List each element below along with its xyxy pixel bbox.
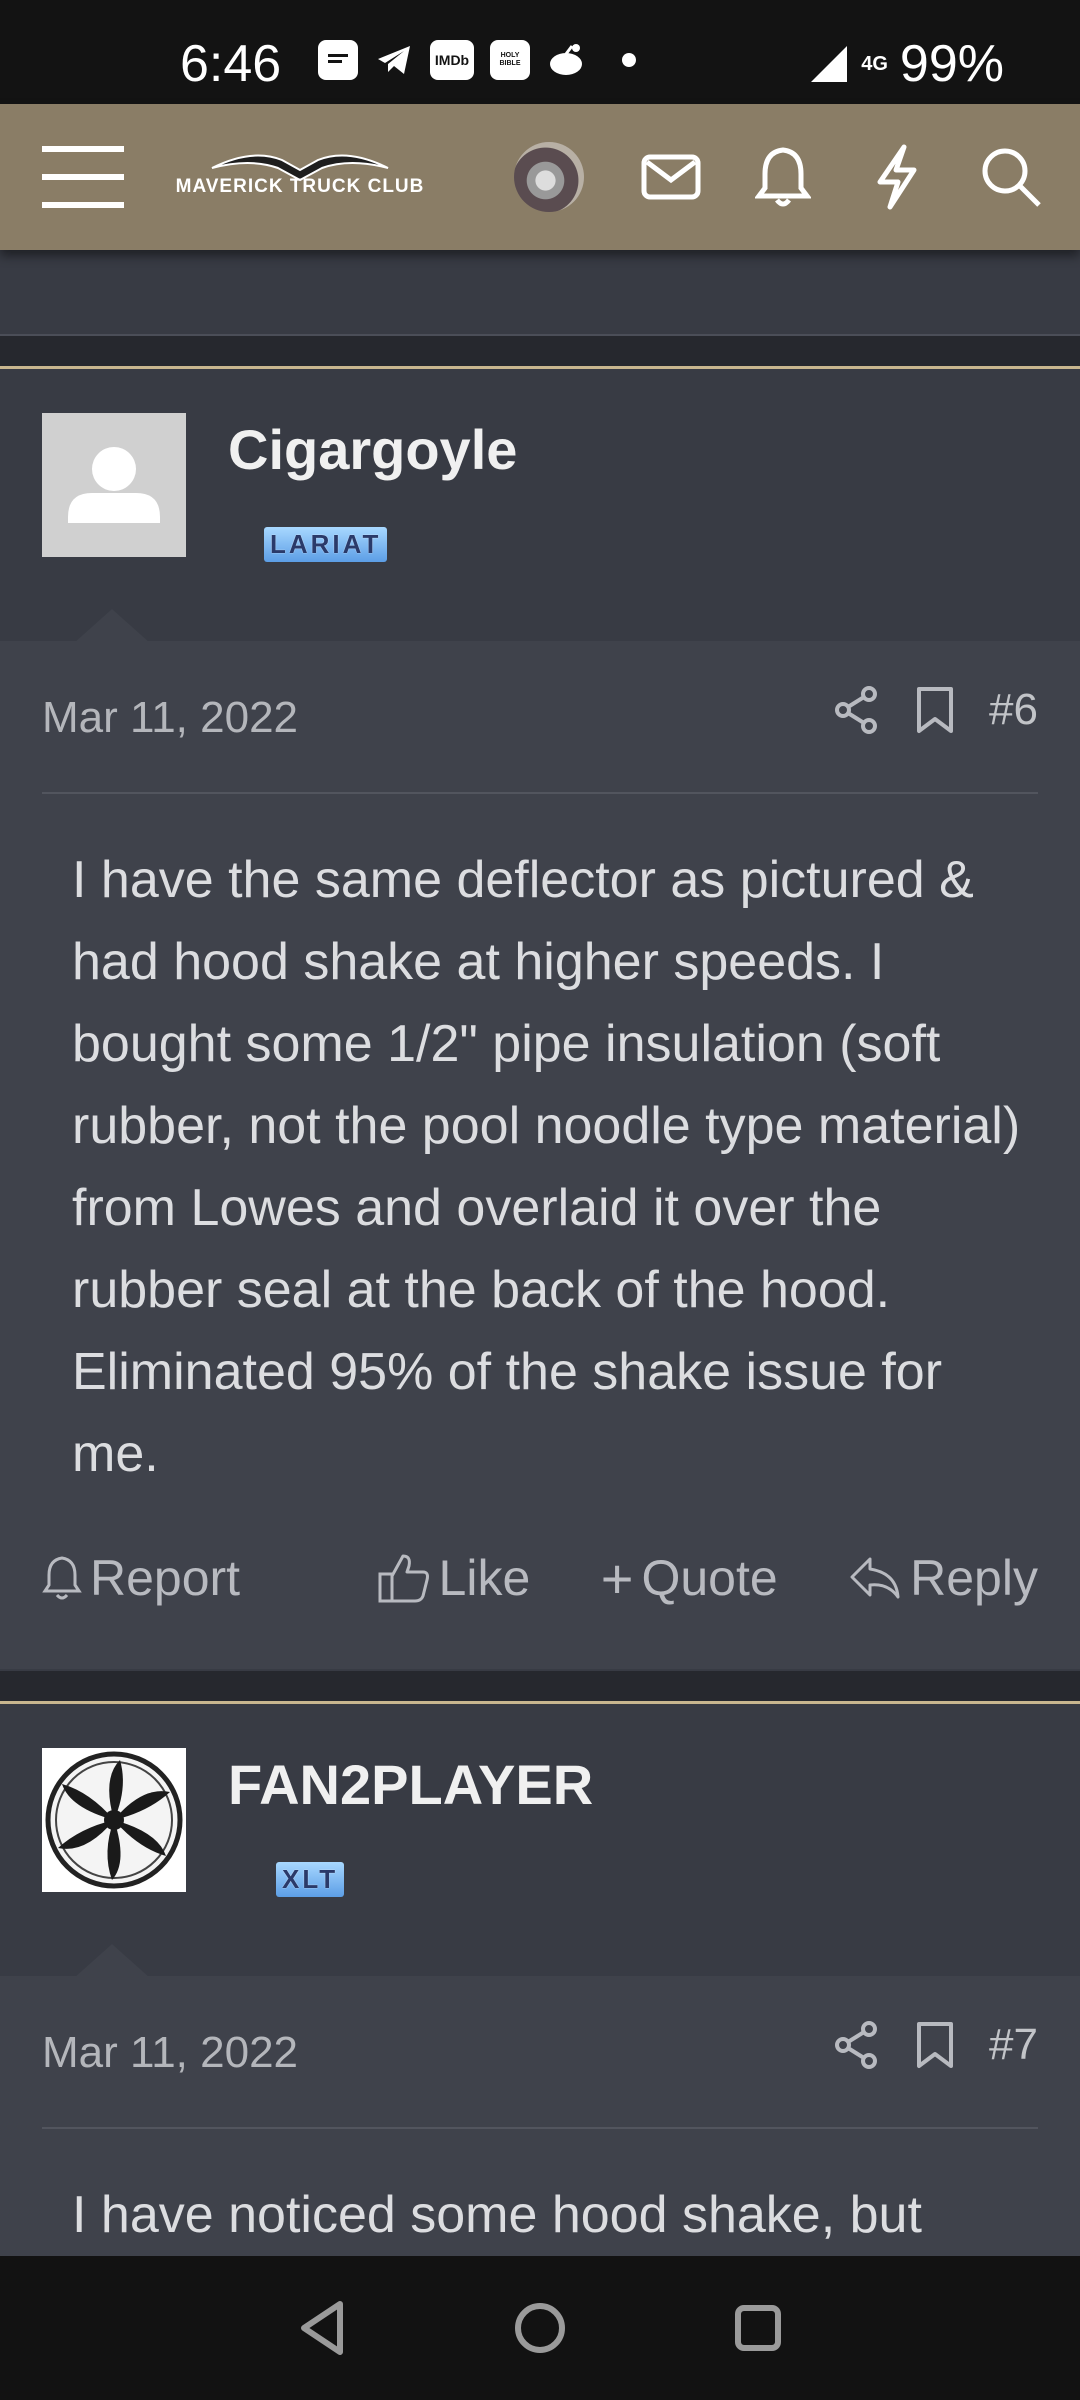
plus-icon: + <box>600 1546 634 1610</box>
like-label: Like <box>438 1550 531 1606</box>
share-icon[interactable] <box>833 2020 881 2070</box>
mail-icon <box>641 154 701 200</box>
search-button[interactable] <box>976 142 1046 212</box>
report-button[interactable]: Report <box>42 1549 240 1607</box>
speech-notch <box>74 1944 150 1978</box>
post-message: I have the same deflector as pictured & … <box>72 851 1021 1483</box>
inbox-button[interactable] <box>636 142 706 212</box>
post-number[interactable]: #7 <box>989 2020 1038 2070</box>
previous-post-footer <box>0 250 1080 336</box>
reply-label: Reply <box>910 1550 1038 1606</box>
home-icon[interactable] <box>508 2296 572 2360</box>
menu-icon <box>42 146 124 208</box>
menu-button[interactable] <box>42 142 124 212</box>
avatar[interactable] <box>42 413 186 557</box>
default-user-icon <box>68 447 160 523</box>
post-date[interactable]: Mar 11, 2022 <box>42 693 298 743</box>
post-header: FAN2PLAYER XLT <box>0 1704 1080 1978</box>
search-icon <box>982 148 1041 207</box>
post-divider <box>42 2127 1038 2129</box>
network-type: 4G <box>861 52 888 75</box>
like-button[interactable]: Like <box>377 1549 531 1607</box>
battery-percent: 99% <box>899 35 1004 93</box>
bible-icon: HOLY BIBLE <box>490 40 530 80</box>
post-date[interactable]: Mar 11, 2022 <box>42 2028 298 2078</box>
post-body: Mar 11, 2022 #6 I have the same deflecto… <box>0 641 1080 1669</box>
quote-label: Quote <box>641 1550 778 1606</box>
recents-icon[interactable] <box>726 2296 790 2360</box>
user-rank-badge: LARIAT <box>264 527 388 562</box>
reply-button[interactable]: Reply <box>848 1549 1038 1607</box>
post-actions: Report Like + Quote Reply <box>42 1543 1038 1613</box>
post-header: Cigargoyle LARIAT <box>0 369 1080 643</box>
share-icon[interactable] <box>833 685 881 735</box>
post-separator <box>0 336 1080 368</box>
report-label: Report <box>90 1550 241 1606</box>
bookmark-icon[interactable] <box>915 2020 955 2070</box>
post-tools: #7 <box>833 2020 1038 2070</box>
bell-icon <box>42 1556 82 1600</box>
status-bar: 6:46 IMDb HOLY BIBLE 4G 99% <box>0 0 1080 104</box>
post-divider <box>42 792 1038 794</box>
user-avatar[interactable] <box>514 142 584 212</box>
system-navigation-bar <box>0 2256 1080 2400</box>
message-icon <box>318 40 358 80</box>
fan-avatar-icon <box>45 1751 183 1889</box>
site-logo[interactable]: MAVERICK TRUCK CLUB <box>172 146 428 212</box>
post-tools: #6 <box>833 685 1038 735</box>
post-message: I have noticed some hood shake, but <box>72 2186 922 2244</box>
telegram-icon <box>374 40 414 80</box>
system-indicators: 4G 99% <box>809 34 1004 94</box>
alerts-button[interactable] <box>748 142 818 212</box>
post-username[interactable]: Cigargoyle <box>228 417 517 483</box>
post-username[interactable]: FAN2PLAYER <box>228 1752 593 1818</box>
lightning-icon <box>877 144 917 210</box>
reply-arrow-icon <box>850 1557 900 1599</box>
reddit-icon <box>546 40 586 80</box>
logo-text: MAVERICK TRUCK CLUB <box>175 176 425 197</box>
top-navigation: MAVERICK TRUCK CLUB <box>0 104 1080 250</box>
bookmark-icon[interactable] <box>915 685 955 735</box>
dot-icon <box>622 53 636 67</box>
whats-new-button[interactable] <box>862 142 932 212</box>
user-rank-badge: XLT <box>276 1862 345 1897</box>
thumbs-up-icon <box>378 1554 429 1603</box>
post-number[interactable]: #6 <box>989 685 1038 735</box>
notification-icons: IMDb HOLY BIBLE <box>318 40 636 80</box>
speech-notch <box>74 609 150 643</box>
post-separator <box>0 1671 1080 1703</box>
signal-icon <box>811 46 848 82</box>
imdb-icon: IMDb <box>430 40 474 80</box>
bell-icon <box>755 147 811 207</box>
quote-button[interactable]: + Quote <box>601 1546 778 1611</box>
avatar[interactable] <box>42 1748 186 1892</box>
status-time: 6:46 <box>180 35 282 93</box>
post-body: Mar 11, 2022 #7 I have noticed some hood… <box>0 1976 1080 2256</box>
back-icon[interactable] <box>292 2296 356 2360</box>
